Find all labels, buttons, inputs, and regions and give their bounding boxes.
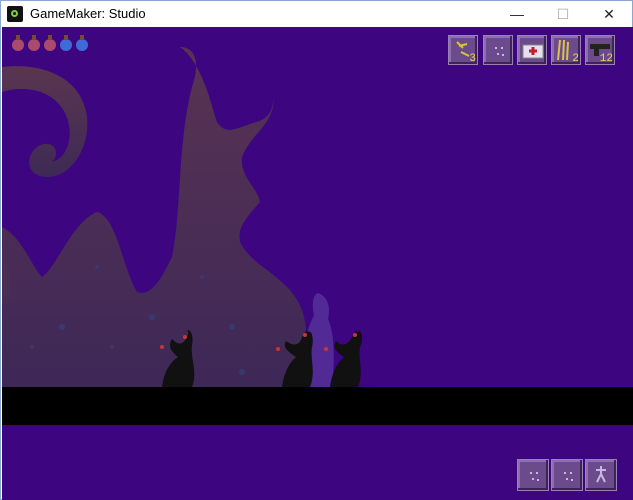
control-slot-3[interactable] (585, 459, 617, 491)
inventory-slot-medkit[interactable] (517, 35, 547, 65)
control-slot-2[interactable] (551, 459, 583, 491)
game-viewport[interactable]: 3 2 12 (2, 27, 633, 500)
inventory-slot-empty[interactable] (483, 35, 513, 65)
rock-formation-main (2, 47, 307, 387)
figure-icon (596, 466, 606, 483)
inventory-slot-keys[interactable]: 3 (448, 35, 478, 65)
empty-slot-icon (493, 45, 505, 57)
inventory-count: 2 (572, 53, 579, 65)
game-window: GameMaker: Studio — ☐ ✕ 3 2 12 (0, 0, 633, 500)
life-orb-icon (12, 35, 24, 51)
rock-formation (2, 66, 88, 177)
window-title: GameMaker: Studio (30, 6, 146, 21)
gamemaker-logo-icon (7, 6, 23, 22)
title-bar: GameMaker: Studio — ☐ ✕ (1, 1, 632, 27)
life-orb-icon (28, 35, 40, 51)
scenery (2, 47, 363, 387)
ground-platform (2, 387, 633, 425)
maximize-button[interactable]: ☐ (540, 1, 586, 27)
life-orb-icon (44, 35, 56, 51)
empty-slot-icon (528, 470, 540, 482)
life-orb-icon (60, 35, 72, 51)
inventory-count: 12 (599, 53, 613, 65)
inventory-slot-torches[interactable]: 2 (551, 35, 581, 65)
inventory-count: 3 (469, 53, 476, 65)
control-slot-1[interactable] (517, 459, 549, 491)
empty-slot-icon (562, 470, 574, 482)
life-orb-icon (76, 35, 88, 51)
medkit-icon (522, 44, 544, 59)
minimize-button[interactable]: — (494, 1, 540, 27)
close-button[interactable]: ✕ (586, 1, 632, 27)
inventory-slot-gun[interactable]: 12 (585, 35, 615, 65)
